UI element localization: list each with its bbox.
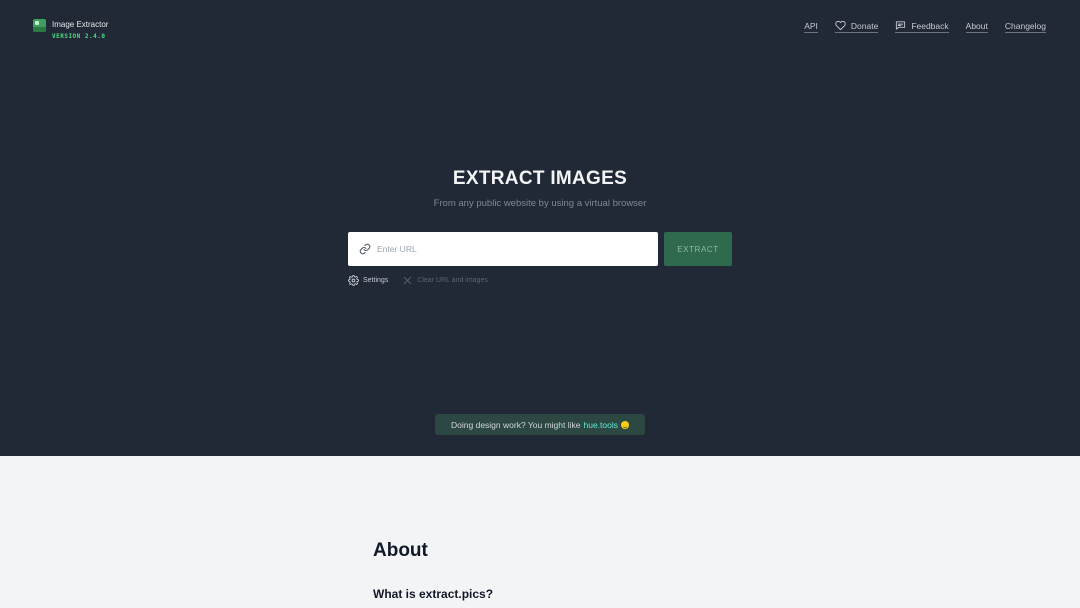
nav-changelog-label: Changelog	[1004, 20, 1046, 31]
url-field[interactable]	[348, 232, 658, 266]
hue-tools-link[interactable]: hue.tools	[583, 420, 618, 430]
nav-api-link[interactable]: API	[804, 21, 818, 33]
nav-api-label: API	[804, 20, 818, 31]
page-title: EXTRACT IMAGES	[452, 168, 628, 189]
nav-donate-link[interactable]: Donate	[834, 20, 879, 33]
about-question: What is extract.pics?	[373, 587, 494, 601]
nav-donate-label: Donate	[850, 20, 879, 31]
promo-text: Doing design work? You might like	[451, 419, 581, 430]
clear-label: Clear URL and images	[417, 277, 488, 284]
link-icon	[359, 243, 371, 255]
nav-changelog-link[interactable]: Changelog	[1004, 20, 1046, 33]
promo-banner: Doing design work? You might like hue.to…	[435, 414, 645, 435]
nav-about-link[interactable]: About	[965, 20, 988, 33]
chat-icon	[896, 21, 906, 30]
brand[interactable]: Image Extractor VERSION 2.4.0	[33, 19, 108, 40]
hero-section: Image Extractor VERSION 2.4.0 API Donate…	[0, 0, 1080, 456]
extract-button[interactable]: EXTRACT	[664, 232, 732, 266]
url-input[interactable]	[377, 244, 637, 254]
nav-about-label: About	[965, 20, 988, 31]
settings-label: Settings	[363, 277, 389, 284]
nav-feedback-label: Feedback	[911, 20, 949, 31]
image-icon	[33, 19, 46, 32]
clear-button[interactable]: Clear URL and images	[402, 275, 488, 286]
brand-name: Image Extractor	[52, 20, 109, 29]
about-section: About What is extract.pics?	[0, 456, 1080, 608]
page-subtitle: From any public website by using a virtu…	[433, 198, 647, 209]
form-options: Settings Clear URL and images	[348, 275, 488, 286]
nav-feedback-link[interactable]: Feedback	[895, 20, 949, 33]
about-heading: About	[373, 540, 428, 561]
close-icon	[404, 276, 412, 285]
smiley-icon	[620, 420, 629, 429]
version-label: VERSION 2.4.0	[52, 33, 106, 40]
heart-icon	[835, 20, 846, 31]
settings-button[interactable]: Settings	[348, 275, 388, 286]
top-nav: API Donate Feedback About Changelog	[804, 20, 1046, 33]
gear-icon	[348, 275, 359, 286]
